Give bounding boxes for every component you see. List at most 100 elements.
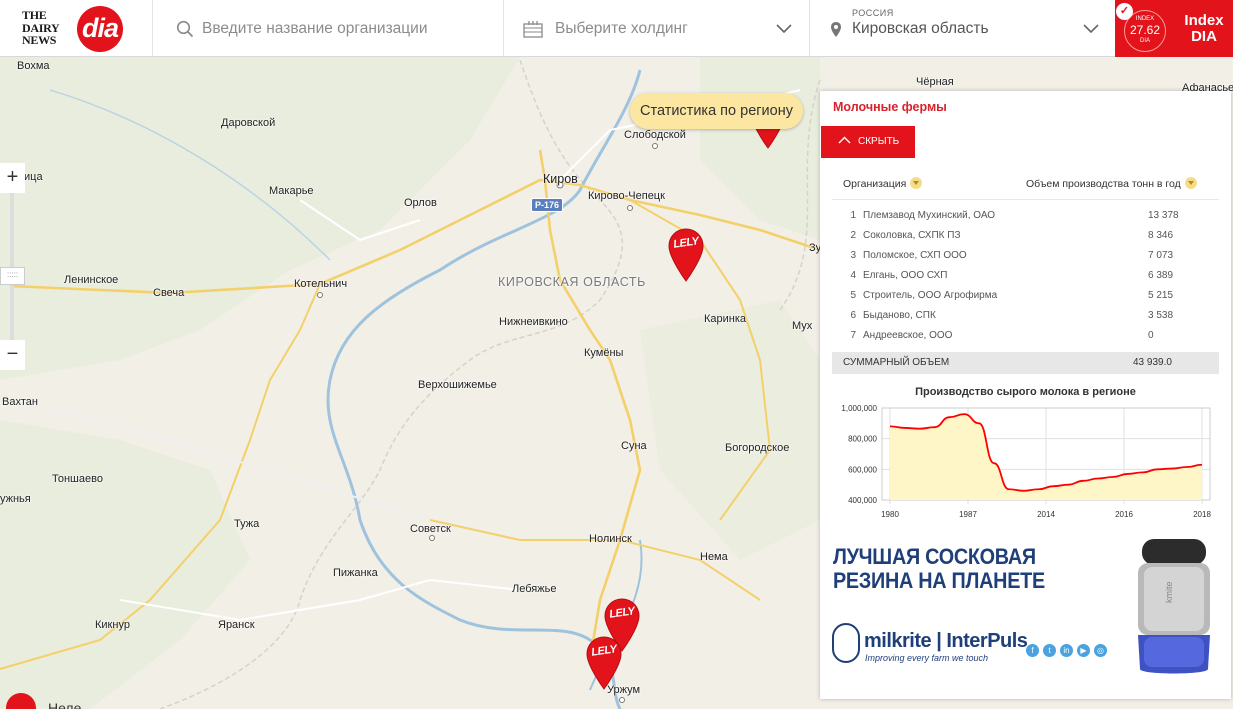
column-header-organization[interactable]: Организация — [843, 177, 923, 190]
advertisement-banner[interactable]: ЛУЧШАЯ СОСКОВАЯ РЕЗИНА НА ПЛАНЕТЕ milkri… — [832, 533, 1227, 681]
ad-headline-line: ЛУЧШАЯ СОСКОВАЯ — [833, 544, 1036, 569]
table-row[interactable]: 4 Елгань, ООО СХП 6 389 — [820, 270, 1231, 290]
holding-select-label: Выберите холдинг — [555, 20, 688, 37]
farm-name: Поломское, СХП ООО — [863, 250, 967, 261]
divider — [832, 199, 1219, 200]
milk-production-chart: 1,000,000 800,000 600,000 400,000 1980 1987 20… — [841, 404, 1211, 519]
city-label: Тоншаево — [52, 473, 103, 485]
city-label: Богородское — [725, 442, 790, 454]
city-label: Верхошижемье — [418, 379, 497, 391]
separator — [152, 0, 153, 56]
farm-volume: 6 389 — [1148, 270, 1174, 281]
location-pin-icon — [831, 22, 841, 37]
city-label: Даровской — [221, 117, 276, 129]
youtube-icon[interactable]: ▶ — [1077, 644, 1090, 657]
farm-name: Соколовка, СХПК ПЗ — [863, 230, 961, 241]
dia-logo[interactable]: dia — [77, 6, 123, 52]
logo-line: NEWS — [22, 33, 57, 47]
city-label: ица — [24, 171, 43, 183]
city-label: Кирово-Чепецк — [588, 190, 665, 202]
the-dairy-news-logo[interactable]: THE DAIRY NEWS — [22, 9, 66, 47]
y-tick-label: 400,000 — [848, 496, 877, 505]
teat-liner-product-image: kmite — [1138, 539, 1210, 674]
holding-select[interactable]: Выберите холдинг — [504, 0, 809, 56]
farm-name: Племзавод Мухинский, ОАО — [863, 210, 996, 221]
total-label: СУММАРНЫЙ ОБЪЕМ — [843, 357, 950, 368]
region-stats-tooltip[interactable]: Статистика по региону — [630, 93, 803, 129]
row-number: 6 — [850, 310, 856, 321]
ad-slogan: Improving every farm we touch — [865, 653, 989, 663]
y-tick-label: 600,000 — [848, 465, 877, 474]
zoom-handle[interactable]: ::::: — [0, 267, 25, 285]
city-label: Вохма — [17, 60, 50, 72]
index-value: 27.62 — [1129, 23, 1161, 37]
city-label: Нижнеивкино — [499, 316, 568, 328]
instagram-icon[interactable]: ◎ — [1094, 644, 1107, 657]
city-label: Пижанка — [333, 567, 378, 579]
row-number: 2 — [850, 230, 856, 241]
sort-icon — [910, 177, 923, 190]
corner-label: Неле — [48, 700, 82, 709]
road-number: Р-176 — [531, 198, 564, 212]
farm-volume: 8 346 — [1148, 230, 1174, 241]
city-label: Каринка — [704, 313, 747, 325]
x-tick-label: 2014 — [1037, 510, 1055, 519]
farm-volume: 13 378 — [1148, 210, 1179, 221]
city-label: Нема — [700, 551, 728, 563]
city-label: Яранск — [218, 619, 255, 631]
x-tick-label: 1980 — [881, 510, 899, 519]
zoom-control: + ::::: − — [0, 163, 25, 370]
app-root: THE DAIRY NEWS dia Выберите холдинг — [0, 0, 1233, 709]
city-label: Кумёны — [584, 347, 624, 359]
x-tick-label: 2018 — [1193, 510, 1211, 519]
city-label: Ленинское — [64, 274, 119, 286]
facebook-icon[interactable]: f — [1026, 644, 1039, 657]
column-header-label: Организация — [843, 178, 907, 190]
country-label: РОССИЯ — [852, 8, 894, 18]
zoom-out-button[interactable]: − — [0, 340, 25, 370]
column-header-label: Объем производства тонн в год — [1026, 178, 1181, 190]
organization-search-input[interactable] — [202, 16, 502, 42]
city-label: Нолинск — [589, 533, 632, 545]
table-row[interactable]: 1 Племзавод Мухинский, ОАО 13 378 — [820, 210, 1231, 230]
city-label: Тужа — [234, 518, 260, 530]
x-tick-label: 1987 — [959, 510, 977, 519]
chevron-up-icon — [838, 136, 851, 144]
farm-name: Елгань, ООО СХП — [863, 270, 948, 281]
table-row[interactable]: 7 Андреевское, ООО 0 — [820, 330, 1231, 350]
table-row[interactable]: 2 Соколовка, СХПК ПЗ 8 346 — [820, 230, 1231, 250]
row-number: 1 — [850, 210, 856, 221]
index-dia-button[interactable]: INDEX 27.62 DIA ✓ Index DIA — [1115, 0, 1233, 57]
row-number: 7 — [850, 330, 856, 341]
city-label: Кикнур — [95, 619, 130, 631]
total-value: 43 939.0 — [1133, 357, 1172, 368]
y-tick-label: 1,000,000 — [841, 404, 877, 413]
milkrite-logo-icon — [832, 623, 860, 663]
column-header-volume[interactable]: Объем производства тонн в год — [1026, 177, 1197, 190]
y-tick-label: 800,000 — [848, 435, 877, 444]
city-label: Макарьe — [269, 185, 314, 197]
hide-panel-button[interactable]: СКРЫТЬ — [821, 126, 915, 158]
ad-headline-line: РЕЗИНА НА ПЛАНЕТЕ — [833, 568, 1045, 593]
row-number: 3 — [850, 250, 856, 261]
farm-marker[interactable]: LELY — [585, 635, 623, 691]
region-select[interactable]: РОССИЯ Кировская область — [810, 0, 1113, 56]
region-label: КИРОВСКАЯ ОБЛАСТЬ — [498, 275, 646, 289]
index-gauge-bottom: DIA — [1139, 38, 1150, 44]
city-label: Суна — [621, 440, 647, 452]
linkedin-icon[interactable]: in — [1060, 644, 1073, 657]
city-label: Киров — [543, 172, 578, 186]
product-label: kmite — [1164, 581, 1174, 603]
farm-marker[interactable]: LELY — [667, 227, 705, 283]
sort-icon — [1184, 177, 1197, 190]
farm-volume: 0 — [1148, 330, 1154, 341]
zoom-in-button[interactable]: + — [0, 163, 25, 193]
logo-line: THE — [22, 8, 47, 22]
ad-brand: milkrite | InterPuls — [864, 630, 1028, 652]
table-row[interactable]: 6 Быданово, СПК 3 538 — [820, 310, 1231, 330]
table-row[interactable]: 5 Строитель, ООО Агрофирма 5 215 — [820, 290, 1231, 310]
table-row[interactable]: 3 Поломское, СХП ООО 7 073 — [820, 250, 1231, 270]
twitter-icon[interactable]: t — [1043, 644, 1056, 657]
top-bar: THE DAIRY NEWS dia Выберите холдинг — [0, 0, 1233, 57]
city-label: Мух — [792, 320, 813, 332]
